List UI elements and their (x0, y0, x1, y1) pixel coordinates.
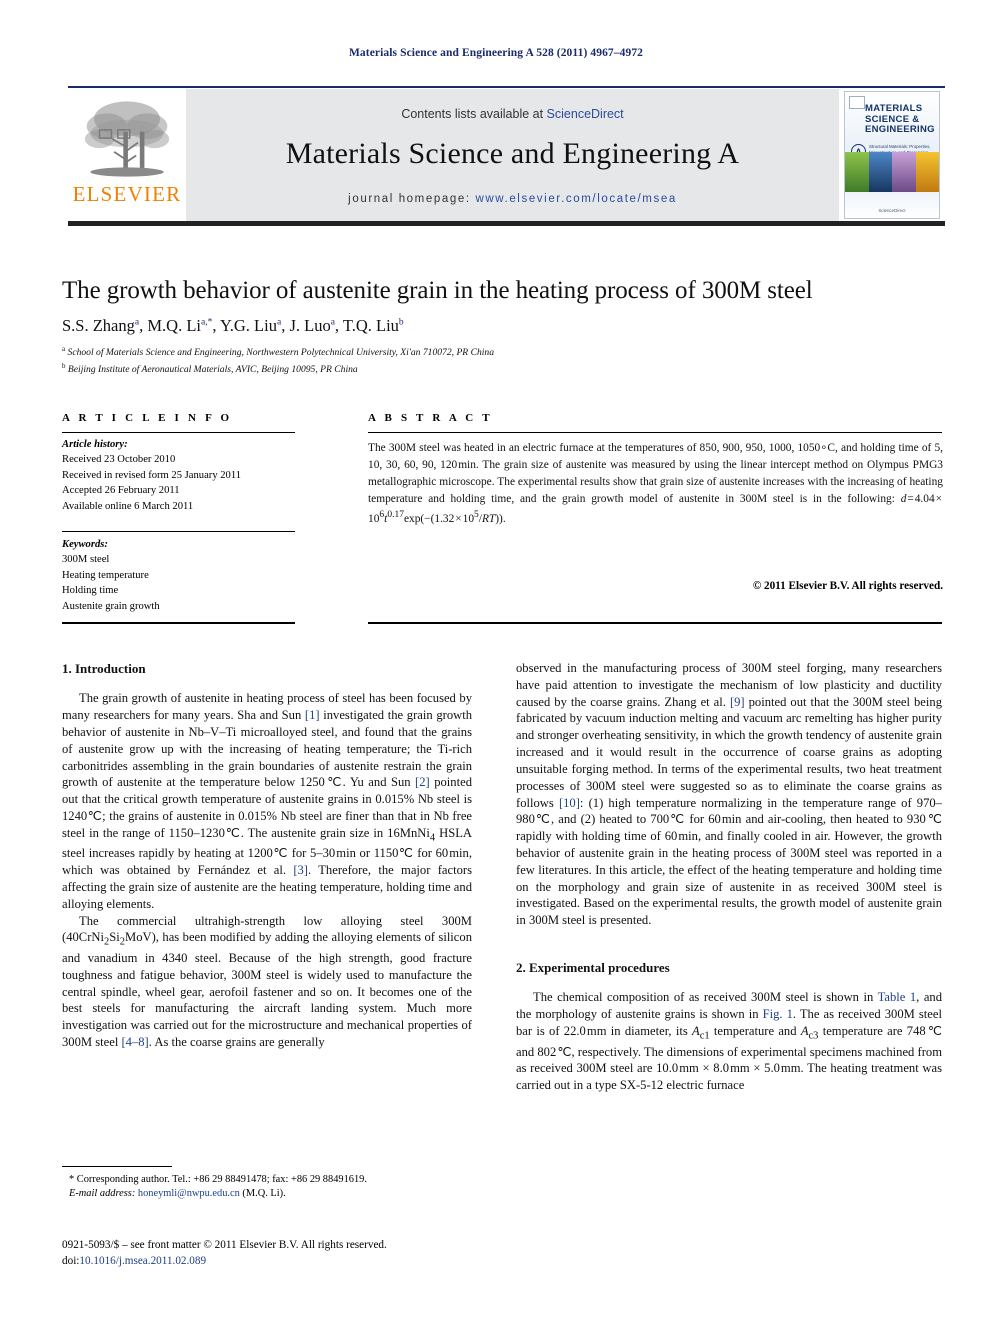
contents-available-line: Contents lists available at ScienceDirec… (401, 107, 623, 121)
journal-cover-block: MATERIALS SCIENCE & ENGINEERING A Struct… (839, 89, 945, 221)
journal-cover-image: MATERIALS SCIENCE & ENGINEERING A Struct… (844, 91, 940, 219)
paragraph: observed in the manufacturing process of… (516, 661, 942, 928)
journal-title: Materials Science and Engineering A (285, 137, 740, 170)
body-column-left: 1. Introduction The grain growth of aust… (62, 660, 472, 1051)
affiliation-a: a School of Materials Science and Engine… (62, 345, 495, 359)
affiliation-a-text: School of Materials Science and Engineer… (67, 347, 495, 359)
abstract-text: The 300M steel was heated in an electric… (368, 442, 943, 526)
sciencedirect-link[interactable]: ScienceDirect (547, 107, 624, 121)
keyword-item: Holding time (62, 585, 119, 597)
info-rule-top (62, 432, 295, 434)
keywords-label: Keywords: (62, 539, 108, 550)
elsevier-wordmark: ELSEVIER (72, 182, 182, 206)
page-title: The growth behavior of austenite grain i… (62, 277, 813, 304)
elsevier-logo-block: ELSEVIER (68, 89, 186, 221)
corresponding-author-note: * Corresponding author. Tel.: +86 29 884… (69, 1174, 367, 1185)
doi-line: doi:10.1016/j.msea.2011.02.089 (62, 1254, 522, 1270)
masthead-center: Contents lists available at ScienceDirec… (186, 89, 839, 221)
masthead-bottom-bar (68, 221, 945, 226)
homepage-url-link[interactable]: www.elsevier.com/locate/msea (475, 193, 676, 205)
affiliation-b-text: Beijing Institute of Aeronautical Materi… (67, 363, 358, 375)
masthead-top-rule (68, 86, 945, 88)
article-info-heading: A R T I C L E I N F O (62, 412, 233, 424)
paper-page: Materials Science and Engineering A 528 … (0, 0, 992, 1323)
paragraph: The commercial ultrahigh-strength low al… (62, 913, 472, 1050)
doi-link[interactable]: 10.1016/j.msea.2011.02.089 (79, 1255, 206, 1267)
history-item: Received in revised form 25 January 2011 (62, 469, 242, 481)
cover-thumb-3 (892, 152, 916, 192)
article-history-label: Article history: (62, 439, 128, 450)
affiliations: a School of Materials Science and Engine… (62, 344, 942, 377)
history-item: Available online 6 March 2011 (62, 500, 194, 512)
keyword-item: Heating temperature (62, 569, 149, 581)
cover-thumb-2 (868, 152, 892, 192)
cover-thumb-1 (845, 152, 869, 192)
contents-prefix: Contents lists available at (401, 107, 547, 121)
masthead-inner: ELSEVIER Contents lists available at Sci… (68, 89, 945, 221)
cover-footer: ScienceDirect (878, 208, 906, 214)
footnote-rule (62, 1166, 172, 1168)
abstract-rule-top (368, 432, 942, 434)
copyright-line: © 2011 Elsevier B.V. All rights reserved… (752, 580, 943, 592)
journal-masthead: ELSEVIER Contents lists available at Sci… (68, 86, 945, 226)
info-rule-bottom (62, 622, 295, 625)
cover-elsevier-icon (849, 96, 865, 109)
section-heading-experimental: 2. Experimental procedures (516, 960, 670, 975)
email-note: E-mail address: honeymli@nwpu.edu.cn (M.… (62, 1187, 482, 1201)
keyword-item: 300M steel (62, 554, 110, 566)
keywords-block: Keywords: 300M steel Heating temperature… (62, 537, 302, 614)
cover-title: MATERIALS SCIENCE & ENGINEERING (865, 103, 936, 136)
section-heading-introduction: 1. Introduction (62, 661, 146, 676)
paragraph: The chemical composition of as received … (516, 990, 943, 1093)
cover-title-line3: ENGINEERING (865, 124, 935, 136)
homepage-label: journal homepage: (348, 193, 471, 205)
article-history: Article history: Received 23 October 201… (62, 437, 302, 514)
imprint-block: 0921-5093/$ – see front matter © 2011 El… (62, 1238, 522, 1270)
keyword-item: Austenite grain growth (62, 600, 160, 612)
elsevier-tree-icon (84, 101, 170, 177)
history-item: Received 23 October 2010 (62, 454, 176, 466)
body-column-right: observed in the manufacturing process of… (516, 660, 942, 1094)
cover-image-strip (845, 152, 939, 192)
cover-thumb-4 (915, 152, 939, 192)
info-rule-mid (62, 531, 295, 533)
author-list: S.S. Zhanga, M.Q. Lia,*, Y.G. Liua, J. L… (62, 316, 404, 335)
abstract-heading: A B S T R A C T (368, 412, 493, 424)
paragraph: The grain growth of austenite in heating… (62, 691, 473, 911)
email-suffix: (M.Q. Li). (242, 1188, 286, 1200)
doi-label: doi: (62, 1254, 80, 1267)
footnote-block: * Corresponding author. Tel.: +86 29 884… (62, 1173, 482, 1202)
abstract-rule-bottom (368, 622, 942, 625)
journal-homepage-line: journal homepage: www.elsevier.com/locat… (348, 193, 677, 205)
running-head: Materials Science and Engineering A 528 … (348, 47, 644, 59)
affiliation-b: b Beijing Institute of Aeronautical Mate… (62, 361, 358, 375)
history-item: Accepted 26 February 2011 (62, 485, 180, 497)
email-link[interactable]: honeymli@nwpu.edu.cn (138, 1188, 240, 1199)
issn-copyright-line: 0921-5093/$ – see front matter © 2011 El… (62, 1239, 387, 1251)
email-label: E-mail address: (69, 1188, 136, 1200)
